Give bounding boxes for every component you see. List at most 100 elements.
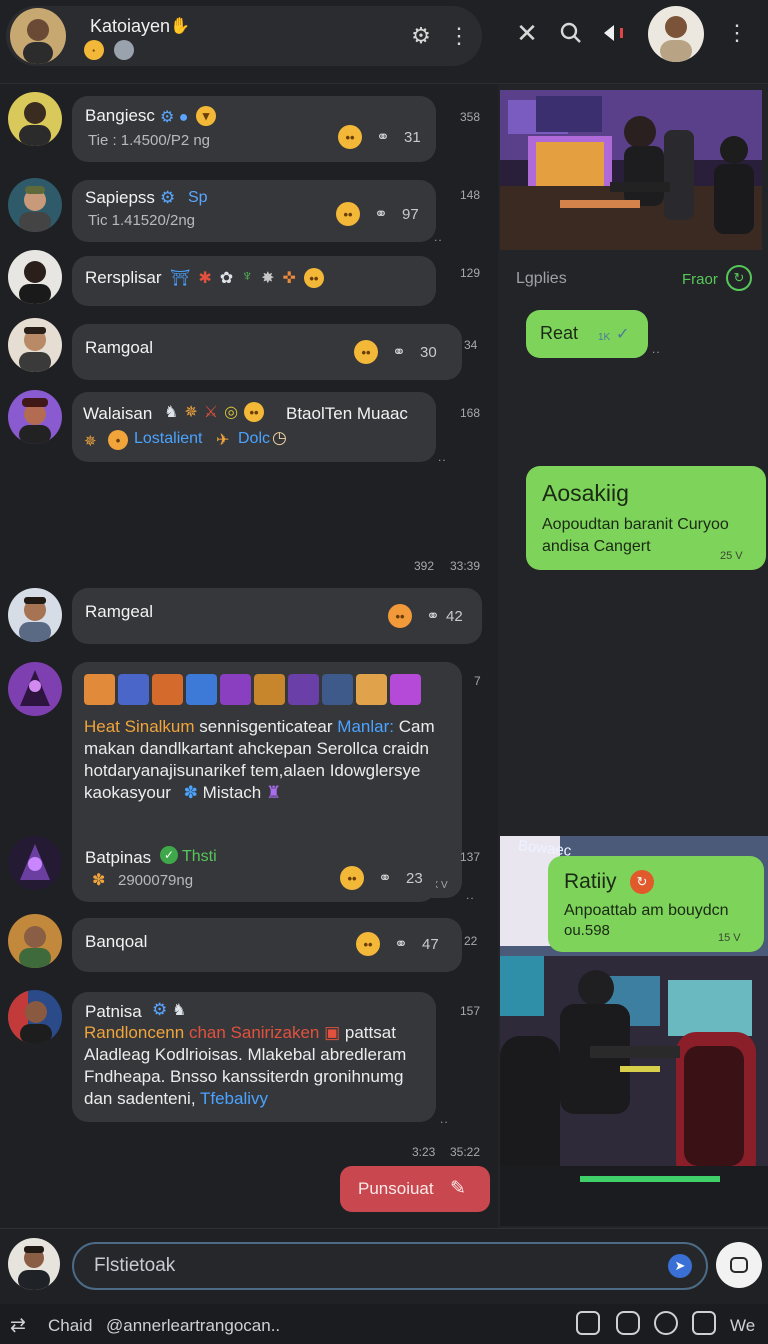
settings-gear-icon[interactable]: ⚙ <box>406 21 436 51</box>
more-dots: .. <box>652 342 661 356</box>
wave-emoji-icon: ✋ <box>170 18 190 35</box>
sender-name: Banqoal <box>85 932 148 951</box>
hero-thumbnail <box>322 674 353 705</box>
gaming-photo[interactable] <box>500 90 762 250</box>
link-icon: ⚭ <box>376 129 390 146</box>
message-line: Fndheapa. Bnsso kanssiterdn gronihnumg <box>84 1067 404 1086</box>
comment-icon[interactable] <box>654 1311 678 1335</box>
hero-thumbnail <box>288 674 319 705</box>
message-line: hotdaryanajisunarikef tem,alaen Idowgler… <box>84 761 421 780</box>
link-text[interactable]: Lostalient <box>134 430 203 448</box>
message-bubble[interactable]: Sapiepss ⚙ Sp Tic 1.41520/2ng •• ⚭ 97 <box>72 180 436 242</box>
timestamp: 34 <box>464 338 478 352</box>
avatar[interactable] <box>8 836 62 890</box>
edit-icon[interactable] <box>616 1311 640 1335</box>
composer-avatar[interactable] <box>8 1238 60 1290</box>
message-bubble[interactable]: Rersplisar ⛩ ✱ ✿ ♆ ✸ ✜ •• <box>72 256 436 306</box>
verified-gear-icon: ⚙ <box>152 1000 168 1019</box>
outgoing-message-bubble[interactable]: Punsoiuat ✎ <box>340 1166 490 1212</box>
avatar[interactable] <box>8 588 62 642</box>
refresh-badge-icon: ↻ <box>630 870 654 894</box>
sender-name: Ramgoal <box>85 338 154 357</box>
reaction-bar[interactable]: •• ⚭ 31 <box>338 125 421 149</box>
hero-thumbnail <box>84 674 115 705</box>
emoji-icon: • <box>108 430 128 450</box>
avatar[interactable] <box>8 178 62 232</box>
square-icon[interactable] <box>576 1311 600 1335</box>
header-avatar[interactable] <box>10 8 66 64</box>
flower-icon: ✿ <box>219 270 234 287</box>
check-badge-icon: ✓ <box>160 846 178 864</box>
message-line: makan dandlkartant ahckepan Serollca cra… <box>84 739 429 758</box>
sender-name: Patnisa <box>85 1002 142 1021</box>
reaction-bar[interactable]: •• ⚭ 42 <box>388 604 463 628</box>
close-icon[interactable]: ✕ <box>512 18 542 48</box>
incoming-bubble[interactable]: Aosakiig Aopoudtan baranit Curyoo andisa… <box>526 466 766 570</box>
send-button[interactable]: ➤ <box>668 1254 692 1278</box>
outgoing-text: Punsoiuat <box>358 1179 434 1198</box>
volume-icon[interactable] <box>600 18 630 48</box>
message-bubble[interactable]: Bangiesc ⚙ ● ▾ Tie : 1.4500/P2 ng •• ⚭ 3… <box>72 96 436 162</box>
action-label[interactable]: Fraor <box>682 271 718 288</box>
reaction-bar[interactable]: •• ⚭ 97 <box>336 202 419 226</box>
more-dots: .. <box>438 450 447 464</box>
message-bubble[interactable]: Ramgeal •• ⚭ 42 <box>72 588 482 644</box>
refresh-icon[interactable]: ↻ <box>726 265 752 291</box>
bubble-line: Aopoudtan baranit Curyoo <box>542 516 729 533</box>
avatar[interactable] <box>8 914 62 968</box>
chat-tab-label[interactable]: Chaid <box>48 1316 92 1336</box>
circle-icon: ◎ <box>224 404 239 421</box>
timestamp: 157 <box>460 1004 481 1018</box>
tag-label: Sp <box>188 189 208 206</box>
message-input[interactable] <box>72 1242 708 1290</box>
user-handle[interactable]: @annerleartrangocan.. <box>106 1316 280 1336</box>
avatar[interactable] <box>8 250 62 304</box>
message-subtitle: Tie : 1.4500/P2 ng <box>88 132 211 149</box>
chat-bubble-icon <box>730 1257 748 1273</box>
hero-thumbnail <box>186 674 217 705</box>
incoming-bubble[interactable]: Reat 1K ✓ <box>526 310 648 358</box>
more-vertical-icon[interactable]: ⋮ <box>722 18 752 48</box>
incoming-bubble[interactable]: Ratiiy ↻ Anpoattab am bouydcn ou.598 15 … <box>548 856 764 952</box>
avatar[interactable] <box>8 662 62 716</box>
avatar[interactable] <box>8 990 62 1044</box>
link-icon: ⚭ <box>378 870 392 887</box>
search-icon[interactable] <box>556 18 586 48</box>
figure-icon: ♞ <box>164 404 179 421</box>
figure-icon: ♞ <box>172 1002 187 1019</box>
message-bubble[interactable]: Batpinas ✓ Thsti ✽ 2900079ng •• ⚭ 23 <box>72 836 436 902</box>
bubble-meta: 1K <box>598 332 611 343</box>
message-bubble[interactable]: Walaisan ♞ ✵ ⚔ ◎ •• BtaolTen Muaac ✵ • L… <box>72 392 436 462</box>
avatar[interactable] <box>8 318 62 372</box>
profile-tab-label[interactable]: We <box>730 1316 755 1336</box>
bolt-icon: ✜ <box>282 270 296 287</box>
verified-gear-icon: ⚙ <box>160 188 176 207</box>
bubble-title: Aosakiig <box>542 480 629 506</box>
message-bubble[interactable]: Banqoal •• ⚭ 47 <box>72 918 462 972</box>
message-bubble[interactable]: Patnisa ⚙ ♞ Randloncenn chan Sanirizaken… <box>72 992 436 1122</box>
sender-name: Rersplisar <box>85 268 162 287</box>
reaction-emoji-icon: •• <box>340 866 364 890</box>
read-check-icon: ✓ <box>616 326 630 343</box>
reaction-emoji-icon: •• <box>356 932 380 956</box>
avatar[interactable] <box>8 92 62 146</box>
avatar[interactable] <box>8 390 62 444</box>
link-text[interactable]: Dolc <box>238 430 270 448</box>
reaction-bar[interactable]: •• ⚭ 23 <box>340 866 423 890</box>
emoji-strip: ⛩ ✱ ✿ ♆ ✸ ✜ •• <box>170 268 324 288</box>
more-icon[interactable]: ⋮ <box>444 21 474 51</box>
profile-avatar[interactable] <box>648 6 704 62</box>
share-icon[interactable]: ⇄ <box>10 1314 26 1337</box>
reaction-bar[interactable]: •• ⚭ 47 <box>356 932 439 956</box>
chat-header[interactable]: Katoiayen ✋ · ⚙ ⋮ <box>6 6 482 66</box>
star-icon: ✱ <box>198 270 212 287</box>
attach-button[interactable] <box>716 1242 762 1288</box>
message-list[interactable]: Bangiesc ⚙ ● ▾ Tie : 1.4500/P2 ng •• ⚭ 3… <box>0 84 498 1228</box>
message-line: Heat Sinalkum sennisgenticatear Manlar: … <box>84 717 435 736</box>
reaction-bar[interactable]: •• ⚭ 30 <box>354 340 437 364</box>
home-icon[interactable] <box>692 1311 716 1335</box>
tag-icon: ▣ <box>324 1023 341 1042</box>
timestamp: 33:39 <box>450 559 481 573</box>
paw-icon: ✽ <box>92 872 106 889</box>
message-bubble[interactable]: Ramgoal •• ⚭ 30 <box>72 324 462 380</box>
